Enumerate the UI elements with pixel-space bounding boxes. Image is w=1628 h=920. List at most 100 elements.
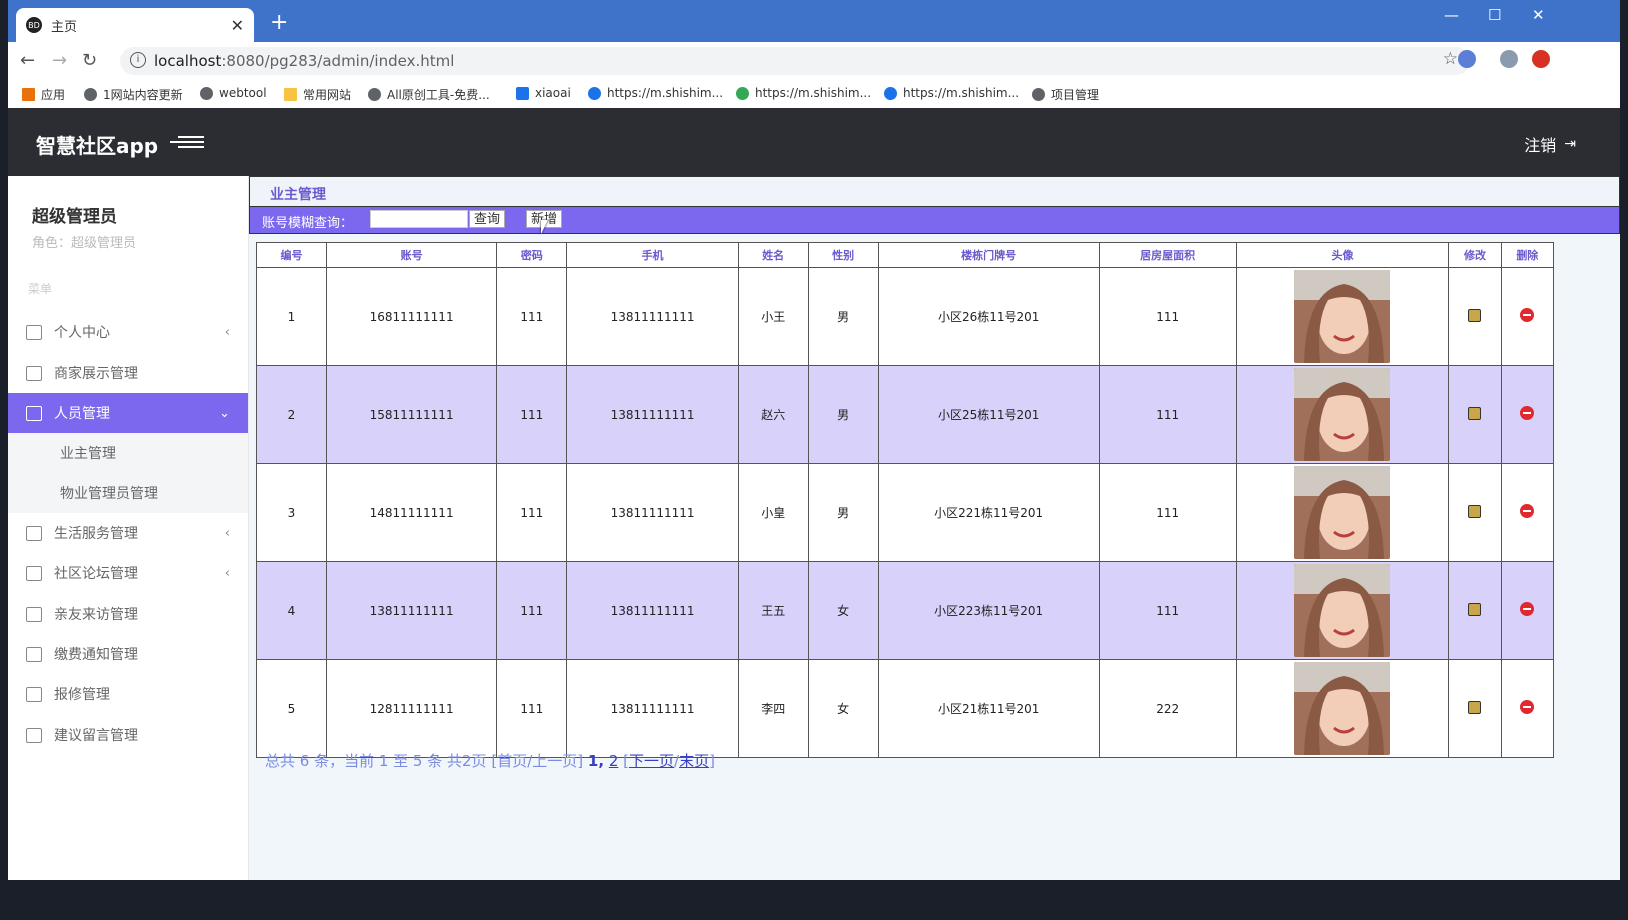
- sidebar-item-repairs[interactable]: 报修管理: [8, 674, 248, 714]
- column-header: 修改: [1448, 242, 1502, 268]
- next-page-link[interactable]: 下一页: [629, 752, 674, 770]
- cell-id: 3: [256, 463, 327, 562]
- cell-area: 111: [1098, 365, 1237, 464]
- window-icon: [26, 405, 42, 421]
- cell-account: 14811111111: [325, 463, 498, 562]
- avatar: [1294, 466, 1391, 559]
- sidebar-item-visitors[interactable]: 亲友来访管理: [8, 594, 248, 634]
- logout-icon: ⇥: [1564, 136, 1576, 152]
- cell-password: 111: [496, 365, 568, 464]
- cell-building: 小区25栋11号201: [877, 365, 1100, 464]
- app-logo: 智慧社区app: [36, 134, 159, 158]
- sidebar-item-suggestions[interactable]: 建议留言管理: [8, 715, 248, 755]
- cell-edit: [1448, 659, 1502, 758]
- chevron-left-icon: ‹: [224, 565, 230, 581]
- cell-password: 111: [496, 463, 568, 562]
- browser-window: BD 主页 ✕ + — ☐ ✕ ← → ↻ i localhost:8080/p…: [8, 0, 1620, 920]
- bookmark-item[interactable]: xiaoai: [516, 86, 571, 100]
- column-header: 删除: [1500, 242, 1555, 268]
- delete-icon[interactable]: [1520, 406, 1535, 420]
- query-button[interactable]: 查询: [469, 210, 506, 228]
- maximize-icon[interactable]: ☐: [1488, 6, 1501, 24]
- back-icon[interactable]: ←: [20, 50, 35, 71]
- sidebar-item-payment-notice[interactable]: 缴费通知管理: [8, 634, 248, 674]
- current-page: 1,: [587, 752, 605, 770]
- cell-id: 1: [256, 267, 327, 366]
- menu-toggle-icon[interactable]: [170, 134, 204, 150]
- avatar: [1294, 368, 1391, 461]
- bookmark-item[interactable]: https://m.shishim...: [884, 86, 1019, 100]
- url-text: localhost:8080/pg283/admin/index.html: [154, 52, 455, 70]
- bookmark-item[interactable]: 1网站内容更新: [84, 86, 183, 103]
- logout-button[interactable]: 注销 ⇥: [1524, 132, 1576, 156]
- bookmark-item[interactable]: All原创工具-免费...: [368, 86, 490, 103]
- bookmark-item[interactable]: https://m.shishim...: [588, 86, 723, 100]
- bookmark-apps[interactable]: 应用: [22, 86, 65, 103]
- minimize-icon[interactable]: —: [1444, 6, 1459, 24]
- sidebar-subitem-owners[interactable]: 业主管理: [8, 433, 248, 473]
- site-info-icon[interactable]: i: [130, 52, 146, 68]
- delete-icon[interactable]: [1520, 602, 1535, 616]
- edit-icon[interactable]: [1468, 308, 1482, 322]
- address-toolbar: ← → ↻ i localhost:8080/pg283/admin/index…: [8, 42, 1620, 80]
- cell-avatar: [1235, 365, 1450, 464]
- sidebar-item-life-services[interactable]: 生活服务管理 ‹: [8, 513, 248, 553]
- pagination: 总共 6 条，当前 1 至 5 条 共2页 [首页/上一页] 1, 2 [下一页…: [265, 752, 715, 770]
- sidebar-item-personnel[interactable]: 人员管理 ⌄: [8, 393, 248, 433]
- sidebar-item-personal-center[interactable]: 个人中心 ‹: [8, 312, 248, 352]
- window-icon: [26, 565, 42, 581]
- edit-icon[interactable]: [1468, 504, 1482, 518]
- extension-icon[interactable]: [1458, 50, 1476, 68]
- chevron-left-icon: ‹: [224, 324, 230, 340]
- window-close-icon[interactable]: ✕: [1532, 6, 1545, 24]
- search-input[interactable]: [370, 210, 468, 228]
- logout-label: 注销: [1524, 136, 1557, 155]
- bookmark-star-icon[interactable]: ☆: [1443, 49, 1458, 69]
- profile-avatar[interactable]: [1500, 50, 1518, 68]
- first-prev-link[interactable]: [首页/上一页]: [491, 752, 583, 770]
- browser-tab[interactable]: BD 主页 ✕: [16, 8, 254, 42]
- delete-icon[interactable]: [1520, 308, 1535, 322]
- cell-edit: [1448, 365, 1502, 464]
- sidebar-item-merchant[interactable]: 商家展示管理: [8, 353, 248, 393]
- bookmark-item[interactable]: 项目管理: [1032, 86, 1099, 103]
- edit-icon[interactable]: [1468, 406, 1482, 420]
- sidebar-subitem-property-admins[interactable]: 物业管理员管理: [8, 473, 248, 513]
- window-icon: [26, 606, 42, 622]
- update-icon[interactable]: [1532, 50, 1550, 68]
- delete-icon[interactable]: [1520, 700, 1535, 714]
- cell-id: 2: [256, 365, 327, 464]
- bookmark-item[interactable]: webtool: [200, 86, 267, 100]
- cell-avatar: [1235, 659, 1450, 758]
- delete-icon[interactable]: [1520, 504, 1535, 518]
- cell-building: 小区223栋11号201: [877, 561, 1100, 660]
- edit-icon[interactable]: [1468, 700, 1482, 714]
- cell-password: 111: [496, 561, 568, 660]
- tab-title: 主页: [51, 19, 78, 35]
- cell-name: 小王: [737, 267, 809, 366]
- cell-id: 4: [256, 561, 327, 660]
- bookmark-item[interactable]: https://m.shishim...: [736, 86, 871, 100]
- user-name: 超级管理员: [32, 207, 117, 227]
- close-tab-icon[interactable]: ✕: [231, 16, 244, 35]
- cell-building: 小区26栋11号201: [877, 267, 1100, 366]
- sidebar-item-forum[interactable]: 社区论坛管理 ‹: [8, 553, 248, 593]
- edit-icon[interactable]: [1468, 602, 1482, 616]
- owners-table: 编号 账号 密码 手机 姓名 性别 楼栋门牌号 居房屋面积 头像 修改 删除 1…: [256, 242, 1555, 758]
- cell-phone: 13811111111: [566, 463, 739, 562]
- cell-phone: 13811111111: [566, 365, 739, 464]
- chevron-down-icon: ⌄: [219, 405, 230, 421]
- new-tab-icon[interactable]: +: [270, 10, 288, 35]
- bookmark-folder[interactable]: 常用网站: [284, 86, 351, 103]
- table-row: 5 12811111111 111 13811111111 李四 女 小区21栋…: [256, 659, 1555, 758]
- address-bar[interactable]: i localhost:8080/pg283/admin/index.html …: [120, 47, 1470, 75]
- search-label: 账号模糊查询：: [262, 216, 354, 231]
- forward-icon[interactable]: →: [52, 50, 67, 71]
- cell-account: 13811111111: [325, 561, 498, 660]
- app-header: 智慧社区app 注销 ⇥: [8, 108, 1620, 176]
- reload-icon[interactable]: ↻: [82, 50, 97, 71]
- cell-edit: [1448, 561, 1502, 660]
- main-content: 业主管理 账号模糊查询： 查询 新增 编号 账号 密码 手机 姓名 性别 楼栋门…: [249, 176, 1620, 880]
- last-page-link[interactable]: 末页: [679, 752, 709, 770]
- page-2-link[interactable]: 2: [609, 752, 619, 770]
